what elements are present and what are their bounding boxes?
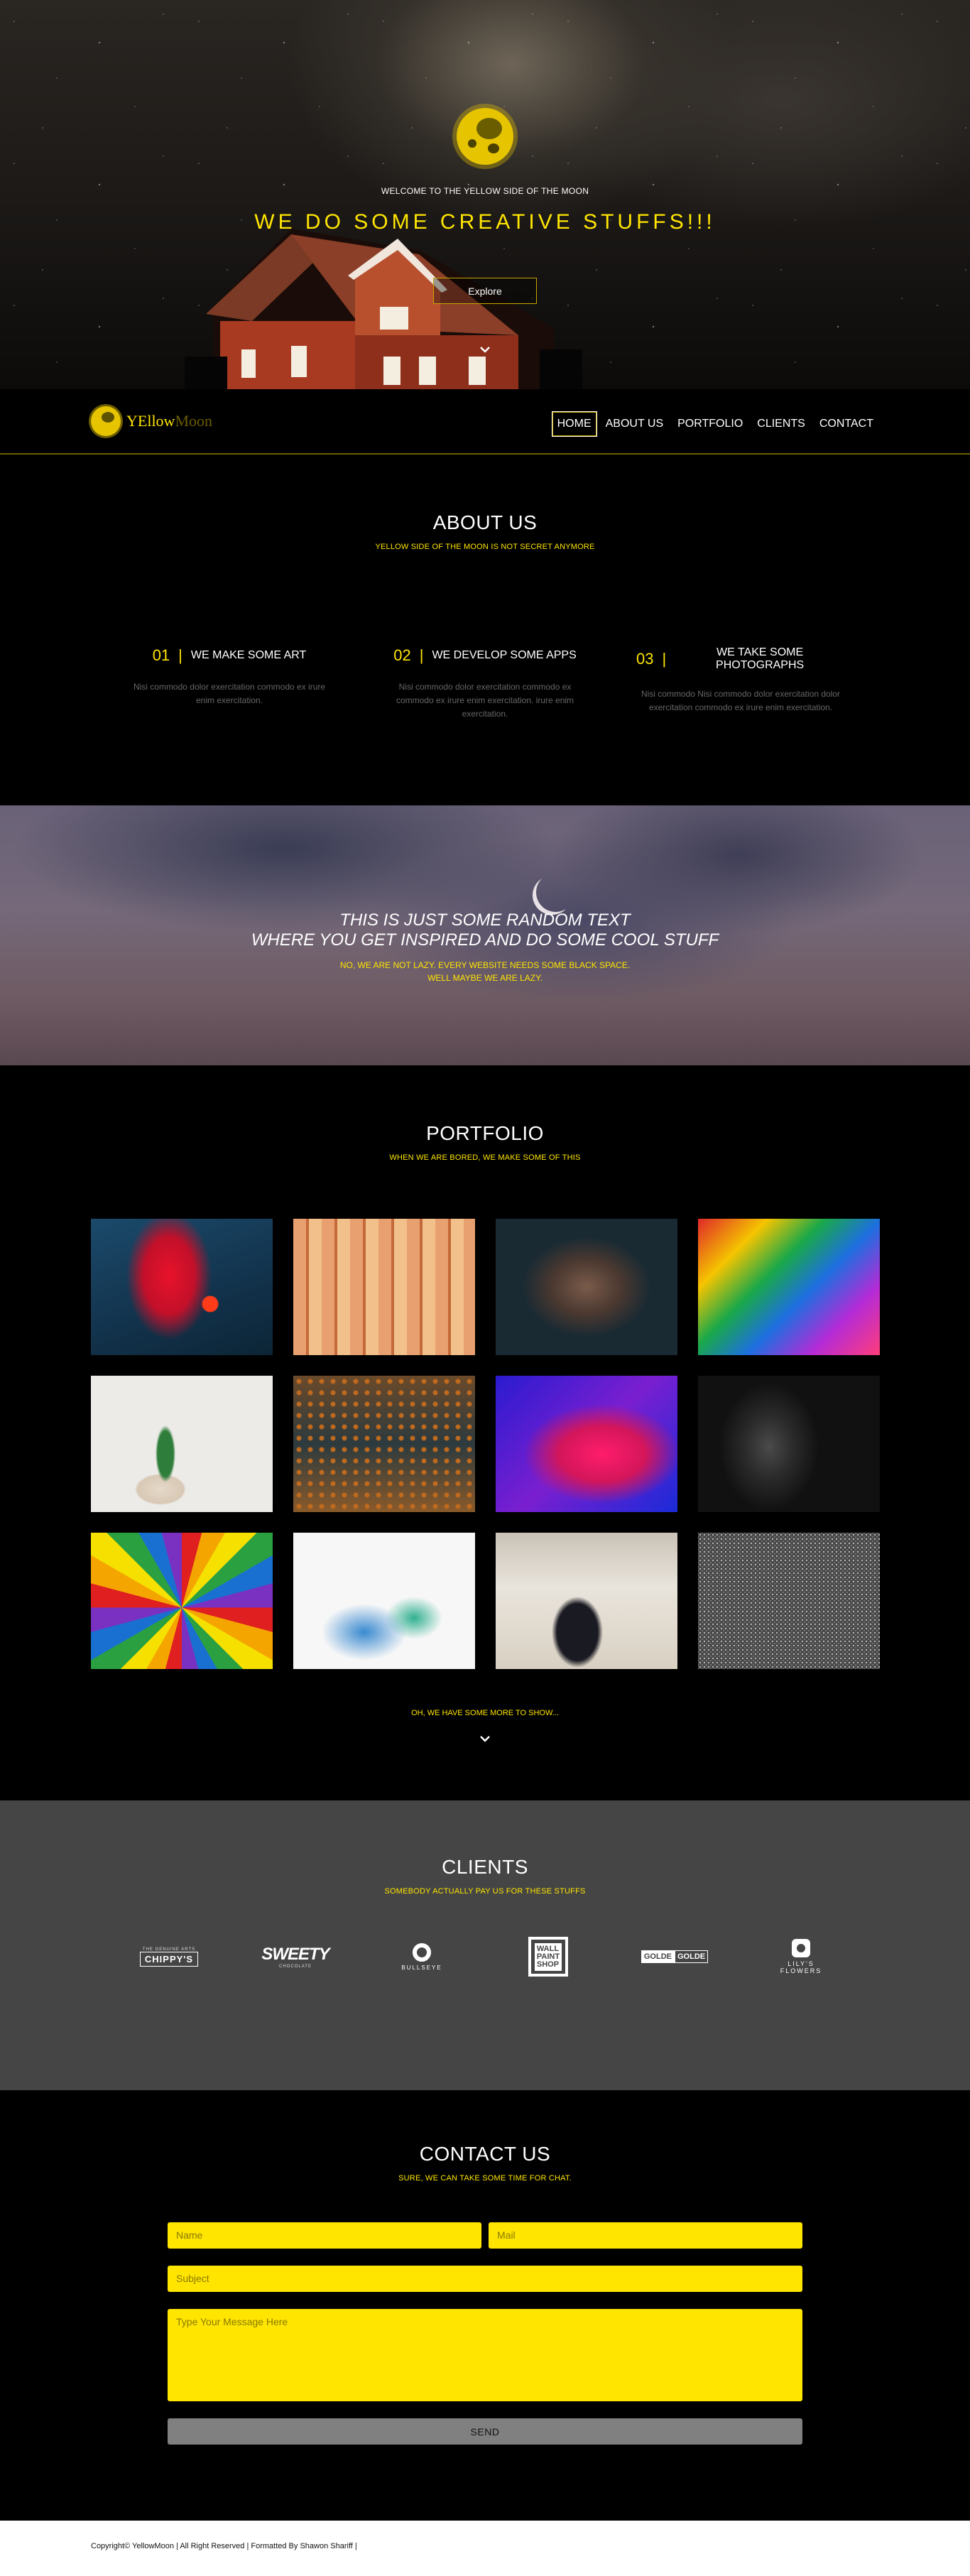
portfolio-tile-smiley-in-sand[interactable]: [697, 1533, 880, 1669]
parallax-banner: THIS IS JUST SOME RANDOM TEXT WHERE YOU G…: [0, 805, 970, 1065]
hero-section: WELCOME TO THE YELLOW SIDE OF THE MOON W…: [0, 0, 970, 389]
explore-button[interactable]: Explore: [433, 278, 537, 304]
nav-item-portfolio[interactable]: PORTFOLIO: [672, 411, 748, 437]
portfolio-tile-face-water-portrait[interactable]: [495, 1219, 677, 1355]
house-image: [185, 229, 582, 389]
portfolio-tile-painted-eye-wood[interactable]: [293, 1219, 475, 1355]
name-field[interactable]: Name: [168, 2222, 481, 2249]
portfolio-tile-rainbow-painted-face[interactable]: [697, 1219, 880, 1355]
feature-number: 03: [636, 650, 654, 668]
client-logo-chippys: THE GENUINE ARTS CHIPPY'S: [106, 1935, 232, 1978]
portfolio-title: PORTFOLIO: [426, 1122, 544, 1144]
feature-list: 01 | WE MAKE SOME ART Nisi commodo dolor e…: [0, 646, 970, 721]
feature-item: 03 | WE TAKE SOME PHOTOGRAPHS Nisi commodo…: [636, 646, 845, 721]
message-field[interactable]: Type Your Message Here: [168, 2309, 802, 2401]
feature-number: 02: [393, 646, 411, 664]
feature-item: 02 | WE DEVELOP SOME APPS Nisi commodo dol…: [381, 646, 589, 721]
brand-logo[interactable]: YEllowMoon: [91, 406, 212, 436]
lilys-wordmark: LILY'S: [788, 1960, 814, 1967]
banner-line-2: WHERE YOU GET INSPIRED AND DO SOME COOL …: [251, 930, 719, 950]
footer: Copyright© YellowMoon | All Right Reserv…: [0, 2521, 970, 2576]
banner-line-1: THIS IS JUST SOME RANDOM TEXT: [339, 911, 631, 930]
feature-text: Nisi commodo dolor exercitation commodo …: [133, 682, 326, 705]
nav-item-about-us[interactable]: ABOUT US: [600, 411, 670, 437]
banner-subtext: NO, WE ARE NOT LAZY. EVERY WEBSITE NEEDS…: [0, 959, 970, 984]
portfolio-tile-dark-painted-face[interactable]: [697, 1376, 880, 1512]
feature-number: 01: [152, 646, 170, 664]
about-subtitle: YELLOW SIDE OF THE MOON IS NOT SECRET AN…: [375, 543, 595, 551]
feature-divider: |: [419, 646, 424, 664]
portfolio-tile-green-sprout-hand[interactable]: [90, 1376, 273, 1512]
portfolio-section: PORTFOLIO WHEN WE ARE BORED, WE MAKE SOM…: [0, 1065, 970, 1800]
crescent-moon-icon: [536, 873, 575, 912]
bullseye-wordmark: BULLSEYE: [401, 1964, 442, 1971]
contact-title: CONTACT US: [419, 2143, 551, 2165]
about-section: ABOUT US YELLOW SIDE OF THE MOON IS NOT …: [0, 455, 970, 805]
banner-headline: THIS IS JUST SOME RANDOM TEXT WHERE YOU G…: [0, 911, 970, 950]
moon-logo-icon: [457, 108, 513, 165]
portfolio-tile-bead-curtain[interactable]: [293, 1376, 475, 1512]
copyright-text: Copyright© YellowMoon | All Right Reserv…: [91, 2542, 357, 2550]
feature-title: WE MAKE SOME ART: [190, 649, 307, 661]
brand-name: YEllowMoon: [126, 412, 213, 430]
main-navbar: YEllowMoon HOME ABOUT US PORTFOLIO CLIEN…: [0, 389, 970, 455]
contact-subtitle: SURE, WE CAN TAKE SOME TIME FOR CHAT.: [398, 2174, 572, 2183]
feature-title: WE DEVELOP SOME APPS: [432, 649, 577, 661]
show-more-text[interactable]: OH, WE HAVE SOME MORE TO SHOW...: [0, 1709, 970, 1717]
banner-subtext-2: WELL MAYBE WE ARE LAZY.: [427, 973, 543, 983]
chippys-wordmark: CHIPPY'S: [139, 1951, 199, 1967]
portfolio-tile-red-paint-wall[interactable]: [90, 1219, 273, 1355]
feature-text: Nisi commodo dolor exercitation commodo …: [396, 682, 574, 719]
about-title: ABOUT US: [432, 511, 538, 533]
feature-divider: |: [178, 646, 182, 664]
clients-section: CLIENTS SOMEBODY ACTUALLY PAY US FOR THE…: [0, 1800, 970, 2090]
portfolio-grid: [0, 1219, 970, 1669]
feature-title: WE TAKE SOME PHOTOGRAPHS: [716, 646, 805, 671]
feature-item: 01 | WE MAKE SOME ART Nisi commodo dolor e…: [125, 646, 334, 721]
feature-text: Nisi commodo Nisi commodo dolor exercita…: [641, 689, 841, 712]
clients-subtitle: SOMEBODY ACTUALLY PAY US FOR THESE STUFF…: [384, 1887, 586, 1896]
client-logo-lilys-flowers: LILY'S FLOWERS: [738, 1935, 864, 1978]
clients-title: CLIENTS: [442, 1856, 528, 1878]
contact-section: CONTACT US SURE, WE CAN TAKE SOME TIME F…: [0, 2090, 970, 2521]
client-logos: THE GENUINE ARTS CHIPPY'S SWEETY CHOCOLA…: [0, 1935, 970, 1978]
nav-menu: HOME ABOUT US PORTFOLIO CLIENTS CONTACT: [551, 411, 879, 437]
chevron-down-icon[interactable]: [478, 1732, 492, 1746]
sweety-wordmark: SWEETY: [261, 1945, 329, 1964]
portfolio-tile-pencil-shavings[interactable]: [293, 1533, 475, 1669]
flowers-wordmark: FLOWERS: [780, 1967, 822, 1974]
client-logo-bullseye: BULLSEYE: [359, 1935, 485, 1978]
subject-field[interactable]: Subject: [168, 2266, 802, 2292]
nav-item-contact[interactable]: CONTACT: [814, 411, 879, 437]
client-logo-wall-paint-shop: WALL PAINT SHOP: [485, 1935, 611, 1978]
golde-wordmark: GOLDE GOLDE: [641, 1950, 709, 1963]
portfolio-subtitle: WHEN WE ARE BORED, WE MAKE SOME OF THIS: [389, 1153, 581, 1162]
send-button[interactable]: SEND: [168, 2418, 802, 2445]
lily-flower-icon: [792, 1939, 810, 1957]
nav-item-clients[interactable]: CLIENTS: [751, 411, 811, 437]
portfolio-tile-pink-blue-paint[interactable]: [495, 1376, 677, 1512]
portfolio-tile-colored-pencils-circle[interactable]: [90, 1533, 273, 1669]
nav-item-home[interactable]: HOME: [551, 411, 597, 437]
hero-welcome-text: WELCOME TO THE YELLOW SIDE OF THE MOON: [381, 186, 589, 196]
portfolio-tile-artist-at-desk[interactable]: [495, 1533, 677, 1669]
client-logo-golde: GOLDE GOLDE: [611, 1935, 738, 1978]
bullseye-icon: [413, 1942, 431, 1962]
wall-paint-shop-mark: WALL PAINT SHOP: [528, 1937, 568, 1977]
mail-field[interactable]: Mail: [489, 2222, 802, 2249]
sweety-tagline: CHOCOLATE: [279, 1964, 312, 1969]
chevron-down-icon[interactable]: [478, 342, 492, 357]
feature-divider: |: [662, 650, 667, 668]
banner-subtext-1: NO, WE ARE NOT LAZY. EVERY WEBSITE NEEDS…: [339, 960, 631, 970]
contact-form: Name Mail Subject Type Your Message Here…: [168, 2222, 802, 2445]
moon-logo-icon: [91, 406, 121, 436]
client-logo-sweety: SWEETY CHOCOLATE: [232, 1935, 359, 1978]
hero-headline: WE DO SOME CREATIVE STUFFS!!!: [254, 210, 716, 234]
